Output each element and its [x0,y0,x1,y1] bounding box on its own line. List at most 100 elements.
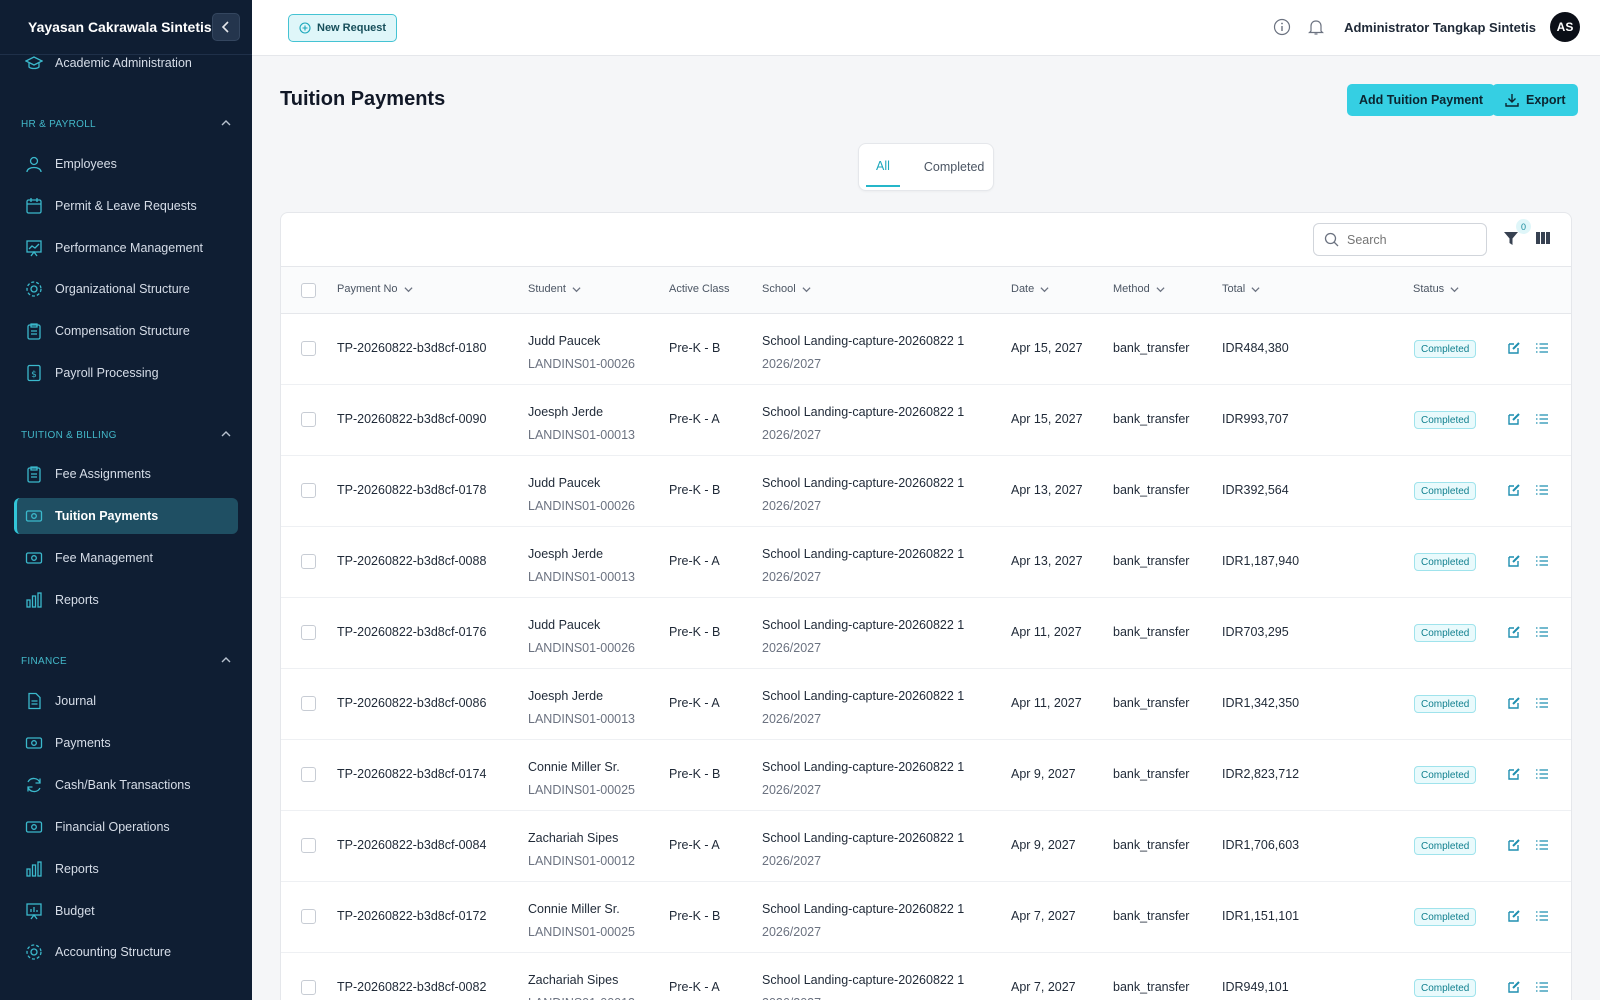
sidebar-item-budget[interactable]: Budget [14,893,238,929]
sidebar-item-financial-operations[interactable]: Financial Operations [14,809,238,845]
student-name: Connie Miller Sr. [528,902,620,916]
chevron-up-icon [221,429,231,442]
list-details-icon[interactable] [1535,341,1549,358]
table-toolbar: 0 [281,213,1571,267]
money-icon [24,733,44,753]
list-details-icon[interactable] [1535,412,1549,429]
sidebar-item-tuition-payments[interactable]: Tuition Payments [14,498,238,534]
table-row[interactable]: TP-20260822-b3d8cf-0174 Connie Miller Sr… [281,740,1571,811]
section-hr-payroll[interactable]: HR & PAYROLL [21,118,231,131]
column-header-payment-no[interactable]: Payment No [337,283,413,295]
section-finance[interactable]: FINANCE [21,655,231,668]
sidebar-item-employees[interactable]: Employees [14,146,238,182]
list-details-icon[interactable] [1535,696,1549,713]
edit-icon[interactable] [1507,980,1521,997]
sidebar-item-organizational-structure[interactable]: Organizational Structure [14,271,238,307]
sidebar-item-journal[interactable]: Journal [14,683,238,719]
column-header-student[interactable]: Student [528,283,581,295]
export-button[interactable]: Export [1492,84,1578,116]
row-checkbox[interactable] [301,554,316,569]
sidebar-item-payments[interactable]: Payments [14,725,238,761]
new-request-button[interactable]: New Request [288,14,398,42]
chevron-down-icon [1450,286,1459,292]
sidebar-item-compensation-structure[interactable]: Compensation Structure [14,313,238,349]
table-row[interactable]: TP-20260822-b3d8cf-0088 Joesph Jerde LAN… [281,527,1571,598]
svg-text:$: $ [31,370,37,380]
tab-completed[interactable]: Completed [914,147,994,187]
sidebar-item-tuition-reports[interactable]: Reports [14,582,238,618]
student-id: LANDINS01-00026 [528,641,636,655]
presentation-icon [24,901,44,921]
search-input[interactable] [1347,232,1467,247]
row-checkbox[interactable] [301,909,316,924]
payment-method: bank_transfer [1113,341,1190,355]
chart-board-icon [24,238,44,258]
student-name: Judd Paucek [528,618,601,632]
edit-icon[interactable] [1507,412,1521,429]
column-header-date[interactable]: Date [1011,283,1049,295]
search-box[interactable] [1313,223,1487,256]
list-details-icon[interactable] [1535,483,1549,500]
row-checkbox[interactable] [301,483,316,498]
row-checkbox[interactable] [301,980,316,995]
collapse-sidebar-button[interactable] [212,13,240,41]
row-checkbox[interactable] [301,341,316,356]
edit-icon[interactable] [1507,554,1521,571]
columns-icon[interactable] [1535,231,1551,248]
edit-icon[interactable] [1507,341,1521,358]
student-name: Judd Paucek [528,476,601,490]
column-header-status[interactable]: Status [1413,283,1459,295]
table-row[interactable]: TP-20260822-b3d8cf-0176 Judd Paucek LAND… [281,598,1571,669]
sidebar: Yayasan Cakrawala Sintetis Academic Admi… [0,0,252,1000]
row-checkbox[interactable] [301,767,316,782]
table-row[interactable]: TP-20260822-b3d8cf-0090 Joesph Jerde LAN… [281,385,1571,456]
sidebar-item-label: Budget [55,904,95,918]
edit-icon[interactable] [1507,483,1521,500]
sidebar-item-permit-leave[interactable]: Permit & Leave Requests [14,188,238,224]
sidebar-item-payroll-processing[interactable]: $ Payroll Processing [14,355,238,391]
edit-icon[interactable] [1507,767,1521,784]
info-icon[interactable] [1272,17,1292,37]
payment-date: Apr 9, 2027 [1011,838,1076,852]
add-tuition-payment-button[interactable]: Add Tuition Payment [1347,84,1496,116]
list-details-icon[interactable] [1535,767,1549,784]
row-checkbox[interactable] [301,412,316,427]
row-checkbox[interactable] [301,696,316,711]
edit-icon[interactable] [1507,838,1521,855]
table-row[interactable]: TP-20260822-b3d8cf-0084 Zachariah Sipes … [281,811,1571,882]
row-checkbox[interactable] [301,625,316,640]
sidebar-item-academic-administration[interactable]: Academic Administration [14,45,238,81]
tab-all[interactable]: All [866,147,900,187]
edit-icon[interactable] [1507,696,1521,713]
payment-no: TP-20260822-b3d8cf-0088 [337,554,487,568]
bell-icon[interactable] [1306,17,1326,37]
column-header-method[interactable]: Method [1113,283,1165,295]
section-tuition-billing[interactable]: TUITION & BILLING [21,429,231,442]
user-name[interactable]: Administrator Tangkap Sintetis [1344,20,1536,35]
sidebar-item-fee-management[interactable]: Fee Management [14,540,238,576]
sidebar-item-finance-reports[interactable]: Reports [14,851,238,887]
sidebar-item-cash-bank-transactions[interactable]: Cash/Bank Transactions [14,767,238,803]
table-row[interactable]: TP-20260822-b3d8cf-0172 Connie Miller Sr… [281,882,1571,953]
row-checkbox[interactable] [301,838,316,853]
list-details-icon[interactable] [1535,838,1549,855]
student-id: LANDINS01-00026 [528,499,636,513]
edit-icon[interactable] [1507,909,1521,926]
sidebar-item-accounting-structure[interactable]: Accounting Structure [14,934,238,970]
sidebar-item-fee-assignments[interactable]: Fee Assignments [14,456,238,492]
list-details-icon[interactable] [1535,554,1549,571]
column-header-school[interactable]: School [762,283,811,295]
table-row[interactable]: TP-20260822-b3d8cf-0178 Judd Paucek LAND… [281,456,1571,527]
edit-icon[interactable] [1507,625,1521,642]
table-row[interactable]: TP-20260822-b3d8cf-0086 Joesph Jerde LAN… [281,669,1571,740]
avatar[interactable]: AS [1550,12,1580,42]
sidebar-item-performance[interactable]: Performance Management [14,230,238,266]
select-all-checkbox[interactable] [301,283,316,298]
list-details-icon[interactable] [1535,625,1549,642]
filter-icon[interactable] [1503,230,1519,249]
list-details-icon[interactable] [1535,980,1549,997]
table-row[interactable]: TP-20260822-b3d8cf-0180 Judd Paucek LAND… [281,314,1571,385]
table-row[interactable]: TP-20260822-b3d8cf-0082 Zachariah Sipes … [281,953,1571,1000]
column-header-total[interactable]: Total [1222,283,1260,295]
list-details-icon[interactable] [1535,909,1549,926]
